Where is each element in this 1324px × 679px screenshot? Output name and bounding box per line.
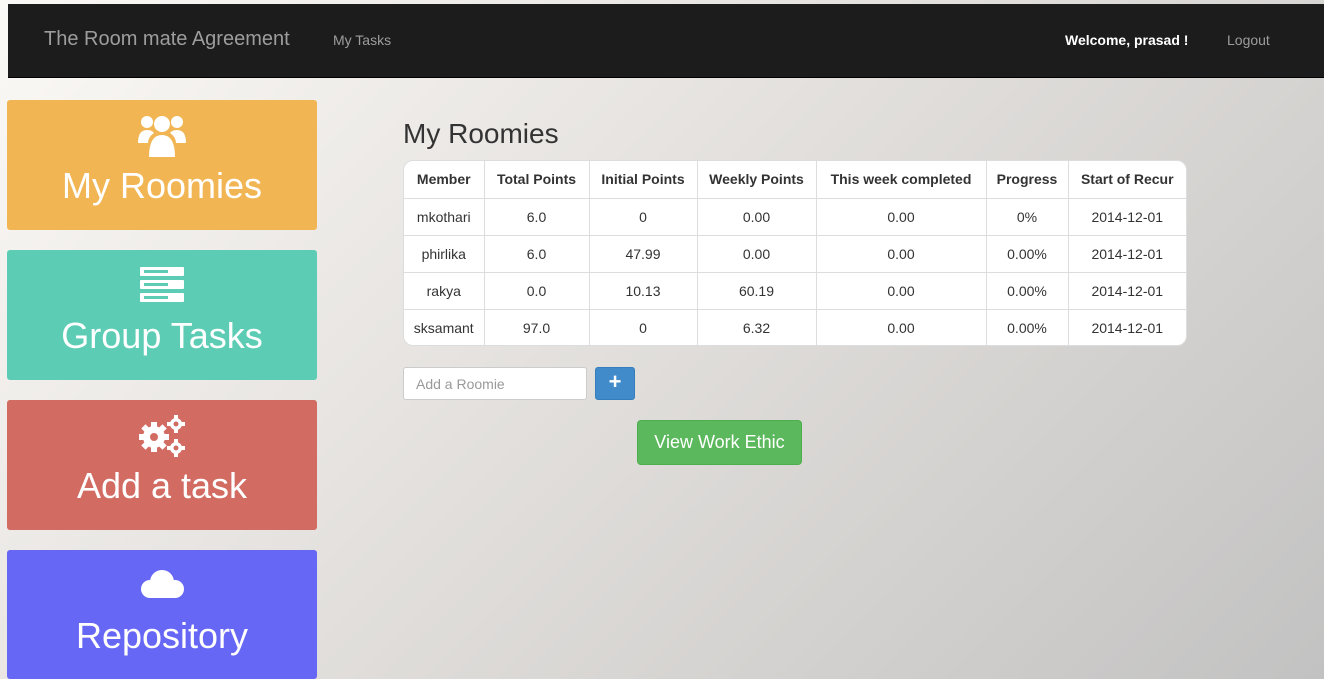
table-cell: 2014-12-01 [1068, 272, 1186, 310]
table-cell: 0.00 [697, 235, 817, 273]
table-cell: 47.99 [589, 235, 698, 273]
table-cell: 6.0 [484, 235, 590, 273]
table-cell: 0.00% [986, 235, 1069, 273]
server-icon [7, 262, 317, 308]
table-cell: 0.00% [986, 272, 1069, 310]
table-cell: rakya [404, 272, 485, 310]
sidebar-item-my-roomies[interactable]: My Roomies [7, 100, 317, 230]
brand-link[interactable]: The Room mate Agreement [44, 28, 290, 51]
top-navbar: The Room mate Agreement My Tasks Welcome… [8, 4, 1324, 78]
table-row: sksamant 97.0 0 6.32 0.00 0.00% 2014-12-… [404, 309, 1186, 345]
table-cell: phirlika [404, 235, 485, 273]
welcome-text: Welcome, prasad ! [1065, 32, 1189, 48]
table-cell: 0.00 [816, 235, 987, 273]
users-icon [7, 112, 317, 158]
table-cell: mkothari [404, 198, 485, 236]
table-cell: 2014-12-01 [1068, 198, 1186, 236]
table-row: rakya 0.0 10.13 60.19 0.00 0.00% 2014-12… [404, 272, 1186, 310]
table-cell: 0.00 [816, 272, 987, 310]
column-header: Member [404, 161, 485, 199]
sidebar-item-label: Add a task [76, 465, 248, 506]
add-roomie-button[interactable]: + [595, 367, 635, 400]
logout-link[interactable]: Logout [1227, 32, 1270, 48]
table-cell: 0.0 [484, 272, 590, 310]
table-cell: 2014-12-01 [1091, 319, 1164, 336]
column-header: Initial Points [589, 161, 698, 199]
sidebar-item-group-tasks[interactable]: Group Tasks [7, 250, 317, 380]
nav-my-tasks[interactable]: My Tasks [333, 32, 391, 48]
column-header: Weekly Points [697, 161, 817, 199]
gears-icon [7, 412, 317, 458]
cloud-icon [7, 562, 317, 608]
table-cell: 0.00% [986, 309, 1069, 345]
table-cell: sksamant [404, 309, 485, 345]
sidebar-item-label: Group Tasks [61, 315, 263, 356]
table-cell: 0% [986, 198, 1069, 236]
table-cell: 2014-12-01 [1068, 235, 1186, 273]
table-cell: 97.0 [484, 309, 590, 345]
table-cell: 0.00 [697, 198, 817, 236]
column-header: This week completed [816, 161, 987, 199]
sidebar-item-label: My Roomies [61, 165, 263, 206]
page-title: My Roomies [403, 118, 559, 149]
table-cell: 10.13 [589, 272, 698, 310]
table-cell: 0 [589, 309, 698, 345]
roomies-table: Member Total Points Initial Points Weekl… [403, 160, 1187, 346]
view-work-ethic-button[interactable]: View Work Ethic [637, 420, 802, 465]
table-cell: 6.32 [697, 309, 817, 345]
column-header: Total Points [484, 161, 590, 199]
sidebar-item-label: Repository [75, 615, 249, 656]
table-cell: 6.0 [484, 198, 590, 236]
add-roomie-input[interactable] [403, 367, 587, 400]
table-cell: 0 [589, 198, 698, 236]
sidebar-item-add-task[interactable]: Add a task [7, 400, 317, 530]
table-row: mkothari 6.0 0 0.00 0.00 0% 2014-12-01 [404, 198, 1186, 236]
table-row: phirlika 6.0 47.99 0.00 0.00 0.00% 2014-… [404, 235, 1186, 273]
column-header: Start of Recur [1068, 161, 1186, 199]
table-cell: 0.00 [816, 198, 987, 236]
table-header-row: Member Total Points Initial Points Weekl… [404, 161, 1186, 199]
table-cell: 0.00 [816, 309, 987, 345]
column-header: Progress [986, 161, 1069, 199]
table-cell: 60.19 [697, 272, 817, 310]
sidebar-item-repository[interactable]: Repository [7, 550, 317, 679]
